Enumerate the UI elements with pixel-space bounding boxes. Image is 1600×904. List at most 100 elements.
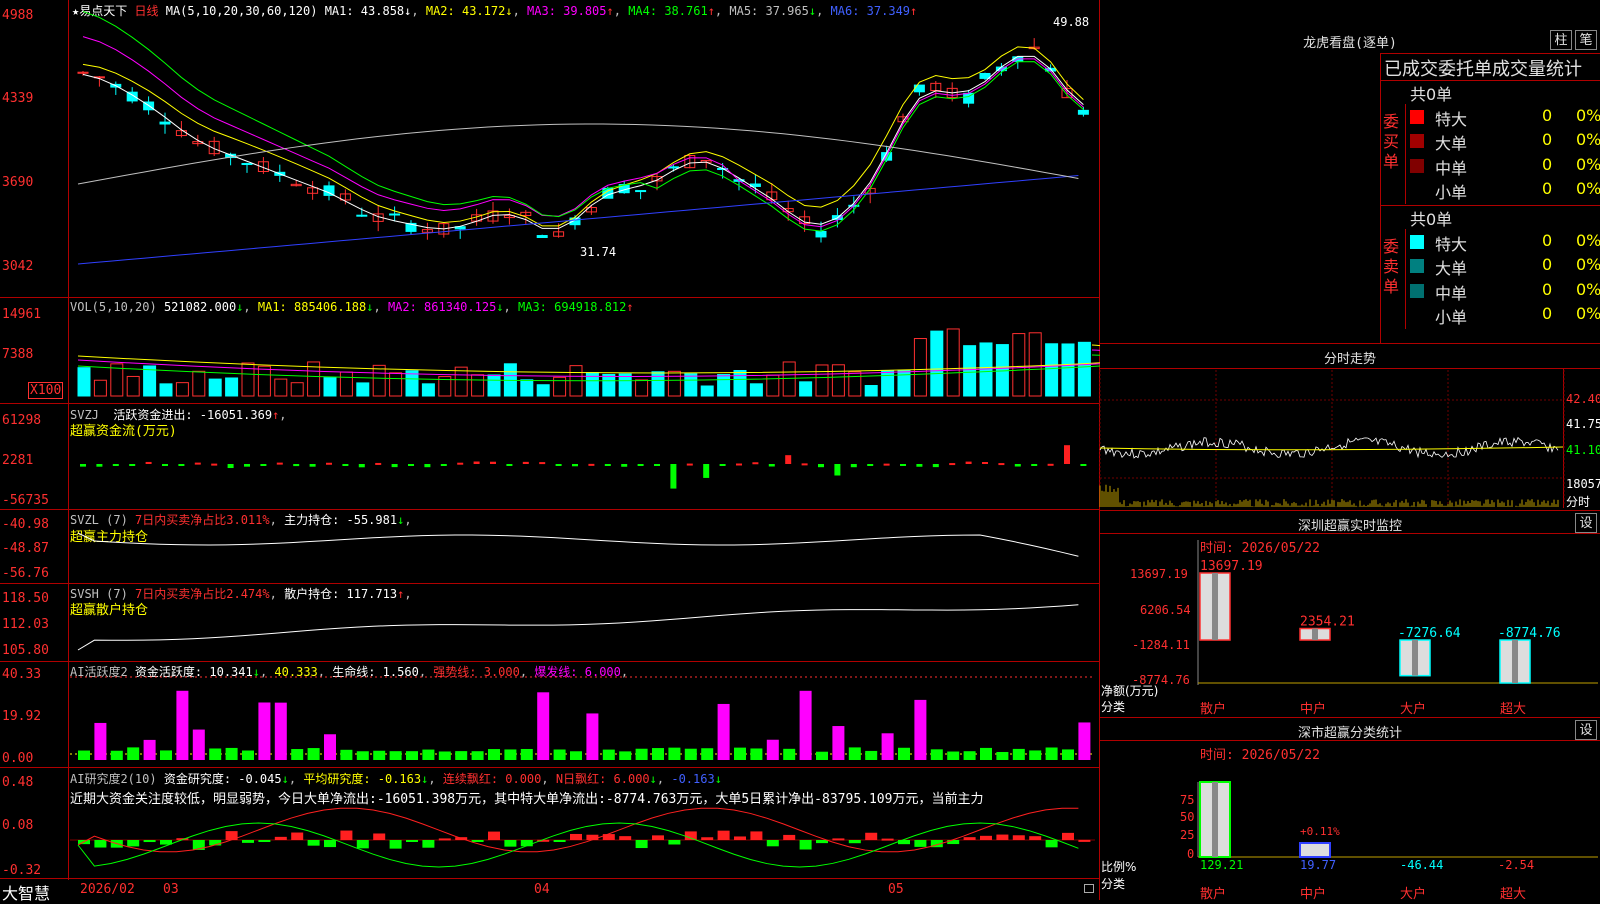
svzj-bar xyxy=(1080,464,1087,466)
sz-xlabel: 分类 xyxy=(1101,700,1126,714)
ai1-bar xyxy=(373,750,386,760)
ai1-bar xyxy=(602,749,615,760)
sm-cat-0: 散户 xyxy=(1200,887,1227,902)
svzj-bar xyxy=(1047,463,1054,466)
candle-body xyxy=(241,163,253,166)
volume-bar xyxy=(749,383,763,397)
buy-row-0-name: 特大 xyxy=(1435,110,1468,129)
ai1-bar xyxy=(783,748,796,760)
svzj-bar xyxy=(162,464,168,466)
volume-bar xyxy=(815,364,829,397)
volume-bar xyxy=(831,364,845,397)
svzj-bar xyxy=(145,461,152,464)
ai2-bar xyxy=(324,840,336,848)
sell-row-0-name: 特大 xyxy=(1435,235,1468,254)
sz-bar-label: 2354.21 xyxy=(1300,615,1355,630)
ai2-bar xyxy=(1062,832,1074,840)
volume-bar xyxy=(175,382,189,397)
sell-label: 委卖单 xyxy=(1383,237,1400,296)
ai2-bar xyxy=(389,840,402,849)
ma-line xyxy=(82,36,1084,228)
volume-bar xyxy=(1028,332,1042,397)
ai1-bar xyxy=(980,747,992,760)
volume-bar xyxy=(864,385,878,397)
ai2-bar xyxy=(406,840,418,842)
svzj-bar xyxy=(555,464,562,466)
minute-price-line xyxy=(1099,436,1559,459)
svzj-bar xyxy=(490,461,496,464)
buy-total: 共0单 xyxy=(1410,85,1453,104)
svzj-bar xyxy=(342,464,349,466)
svzj-bar xyxy=(637,464,644,466)
svzj-bar xyxy=(998,463,1005,466)
svzj-bar xyxy=(539,462,546,465)
volume-bar xyxy=(225,377,239,397)
sz-bar-shade xyxy=(1312,628,1318,641)
ai1-bar xyxy=(258,702,271,760)
ai1-bar xyxy=(94,722,107,760)
ai1-bar xyxy=(898,747,910,760)
ai1-bar xyxy=(356,751,369,760)
ai1-bar xyxy=(947,751,960,760)
bar-view-button[interactable]: 柱 xyxy=(1550,30,1572,50)
ai2-bar xyxy=(881,838,894,841)
candle-body xyxy=(635,190,647,193)
svzj-bar xyxy=(96,464,103,467)
ai2-bar xyxy=(553,840,566,842)
sell-row-1-name: 大单 xyxy=(1435,259,1468,278)
sell-row-1-p: 0% xyxy=(1576,255,1600,274)
ai1-bar xyxy=(766,739,779,760)
volume-bar xyxy=(208,378,222,397)
ai2-bar xyxy=(980,835,992,840)
svzj-bar xyxy=(588,463,595,466)
candle-body xyxy=(323,185,335,196)
svzj-bar xyxy=(883,463,890,466)
ai1-bar xyxy=(799,690,812,760)
volume-bar xyxy=(799,381,813,397)
ai2-bar xyxy=(127,840,140,847)
svzj-bar xyxy=(80,464,86,467)
sz-title: 深圳超赢实时监控 xyxy=(1297,519,1402,534)
main-chart-area[interactable]: ★易点天下 日线 MA(5,10,20,30,60,120) MA1: 43.8… xyxy=(0,0,1100,903)
ai2-bar xyxy=(816,840,828,844)
ai1-bar xyxy=(78,750,90,760)
ai2-bar xyxy=(832,838,845,841)
tick-view-button[interactable]: 笔 xyxy=(1575,30,1597,50)
ai1-bar xyxy=(816,751,828,760)
ai2-bar xyxy=(848,840,861,844)
svzj-bar xyxy=(752,462,759,465)
sz-tick-2: -1284.11 xyxy=(1132,638,1190,652)
volume-bar xyxy=(1077,341,1091,397)
ai1-bar xyxy=(504,749,517,760)
sz-settings-button[interactable]: 设 xyxy=(1575,513,1597,533)
ai1-bar xyxy=(537,692,550,760)
sz-tick-0: 13697.19 xyxy=(1130,567,1188,581)
ai1-bar xyxy=(488,749,500,760)
minute-tick-2: 41.10 xyxy=(1566,443,1600,457)
ai1-bar xyxy=(881,733,894,760)
ai1-bar xyxy=(291,749,304,760)
volume-bar xyxy=(553,376,567,397)
svzj-bar xyxy=(129,464,136,466)
sz-cat-2: 大户 xyxy=(1400,702,1427,717)
sm-ylabel: 比例% xyxy=(1101,860,1137,874)
ai1-bar xyxy=(635,748,648,760)
minute-tick-0: 42.40 xyxy=(1566,392,1600,406)
sell-row-2-p: 0% xyxy=(1576,280,1600,299)
ai1-bar xyxy=(963,751,976,760)
sm-settings-button[interactable]: 设 xyxy=(1575,720,1597,740)
volume-bar xyxy=(651,371,665,397)
svzj-bar xyxy=(719,464,726,466)
svzj-bar xyxy=(834,464,841,476)
sell-row-3-p: 0% xyxy=(1576,304,1600,323)
buy-row-2-n: 0 xyxy=(1542,155,1553,174)
svzl-line xyxy=(77,532,1079,557)
minute-title: 分时走势 xyxy=(1323,352,1376,367)
ai1-bar xyxy=(684,748,697,760)
sz-ylabel: 净额(万元) xyxy=(1101,684,1159,698)
ai1-bar xyxy=(996,751,1009,760)
volume-bar xyxy=(700,385,714,397)
svzj-bar xyxy=(1031,464,1038,466)
svzj-bar xyxy=(1064,445,1070,464)
volume-bar xyxy=(881,370,895,397)
